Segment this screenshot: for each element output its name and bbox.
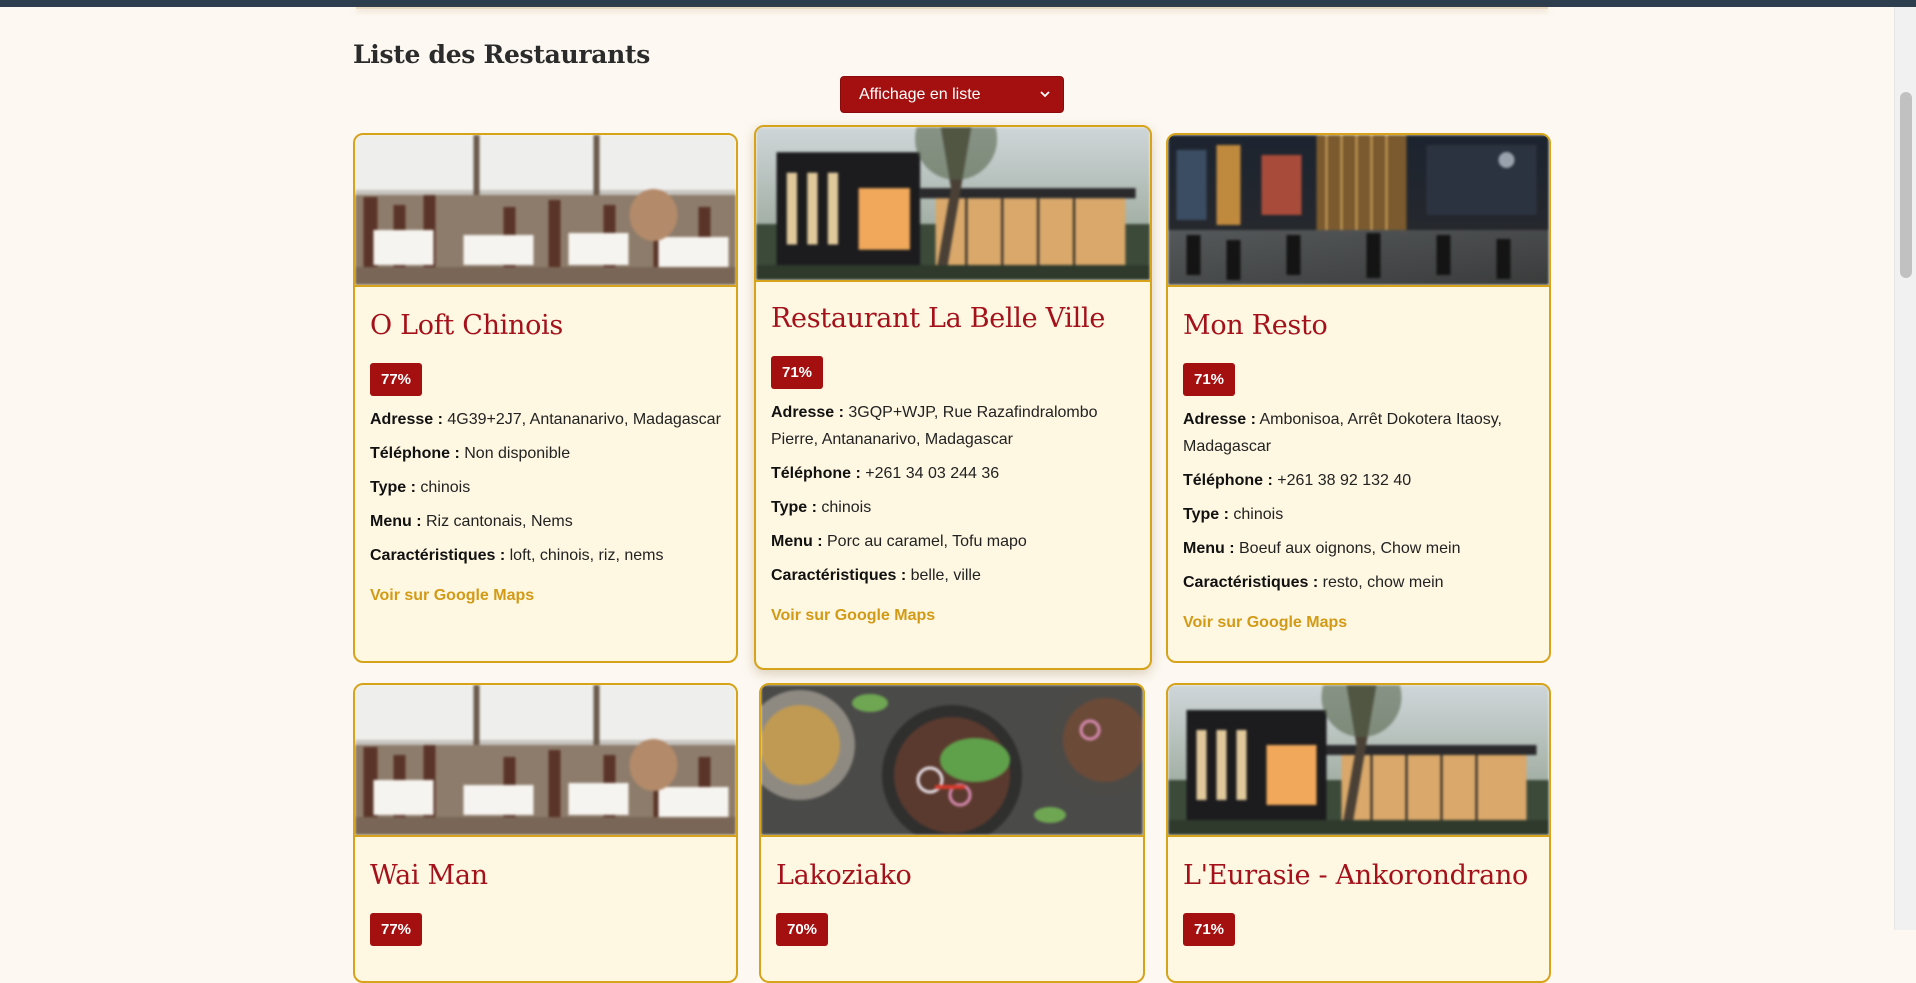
features-row: Caractéristiques : resto, chow mein [1183, 574, 1444, 591]
google-maps-link[interactable]: Voir sur Google Maps [771, 607, 935, 625]
menu-row: Menu : Boeuf aux oignons, Chow mein [1183, 540, 1461, 557]
score-badge: 71% [771, 356, 824, 389]
restaurant-photo [1168, 685, 1549, 837]
score-badge: 77% [370, 363, 423, 396]
view-mode-value: Affichage en liste [859, 85, 981, 103]
phone-row: Téléphone : Non disponible [370, 445, 571, 462]
restaurant-photo [355, 685, 736, 837]
restaurant-name: Restaurant La Belle Ville [771, 303, 1105, 334]
restaurant-name: Mon Resto [1183, 310, 1328, 341]
restaurant-photo [355, 135, 736, 287]
phone-row: Téléphone : +261 34 03 244 36 [771, 465, 1000, 482]
browser-top-bar [0, 0, 1916, 7]
restaurant-photo [756, 127, 1150, 282]
address-row: Adresse : 3GQP+WJP, Rue Razafindralombo … [771, 404, 1098, 448]
score-badge: 71% [1183, 363, 1236, 396]
address-row: Adresse : Ambonisoa, Arrêt Dokotera Itao… [1183, 411, 1502, 455]
features-row: Caractéristiques : belle, ville [771, 567, 981, 584]
restaurant-photo [761, 685, 1143, 837]
restaurant-card[interactable]: Wai Man 77% [353, 683, 738, 983]
restaurant-card[interactable]: Lakoziako 70% [759, 683, 1145, 983]
restaurant-card[interactable]: Mon Resto 71% Adresse : Ambonisoa, Arrêt… [1166, 133, 1551, 663]
phone-row: Téléphone : +261 38 92 132 40 [1183, 472, 1412, 489]
restaurant-name: Lakoziako [776, 860, 912, 891]
restaurant-card[interactable]: O Loft Chinois 77% Adresse : 4G39+2J7, A… [353, 133, 738, 663]
view-mode-select[interactable]: Affichage en liste [840, 76, 1064, 113]
features-row: Caractéristiques : loft, chinois, riz, n… [370, 547, 664, 564]
restaurant-name: O Loft Chinois [370, 310, 563, 341]
restaurant-photo [1168, 135, 1549, 287]
scrollbar-thumb[interactable] [1900, 92, 1912, 278]
restaurant-name: L'Eurasie - Ankorondrano [1183, 860, 1528, 891]
menu-row: Menu : Riz cantonais, Nems [370, 513, 573, 530]
type-row: Type : chinois [1183, 506, 1284, 523]
restaurant-card[interactable]: L'Eurasie - Ankorondrano 71% [1166, 683, 1551, 983]
type-row: Type : chinois [771, 499, 872, 516]
address-row: Adresse : 4G39+2J7, Antananarivo, Madaga… [370, 411, 721, 428]
restaurant-card[interactable]: Restaurant La Belle Ville 71% Adresse : … [754, 125, 1152, 670]
chevron-down-icon [1040, 91, 1050, 98]
header-shadow [356, 7, 1548, 9]
google-maps-link[interactable]: Voir sur Google Maps [370, 587, 534, 605]
page-title: Liste des Restaurants [353, 40, 651, 69]
vertical-scrollbar[interactable] [1894, 7, 1916, 930]
google-maps-link[interactable]: Voir sur Google Maps [1183, 614, 1347, 632]
menu-row: Menu : Porc au caramel, Tofu mapo [771, 533, 1027, 550]
restaurant-name: Wai Man [370, 860, 488, 891]
type-row: Type : chinois [370, 479, 471, 496]
